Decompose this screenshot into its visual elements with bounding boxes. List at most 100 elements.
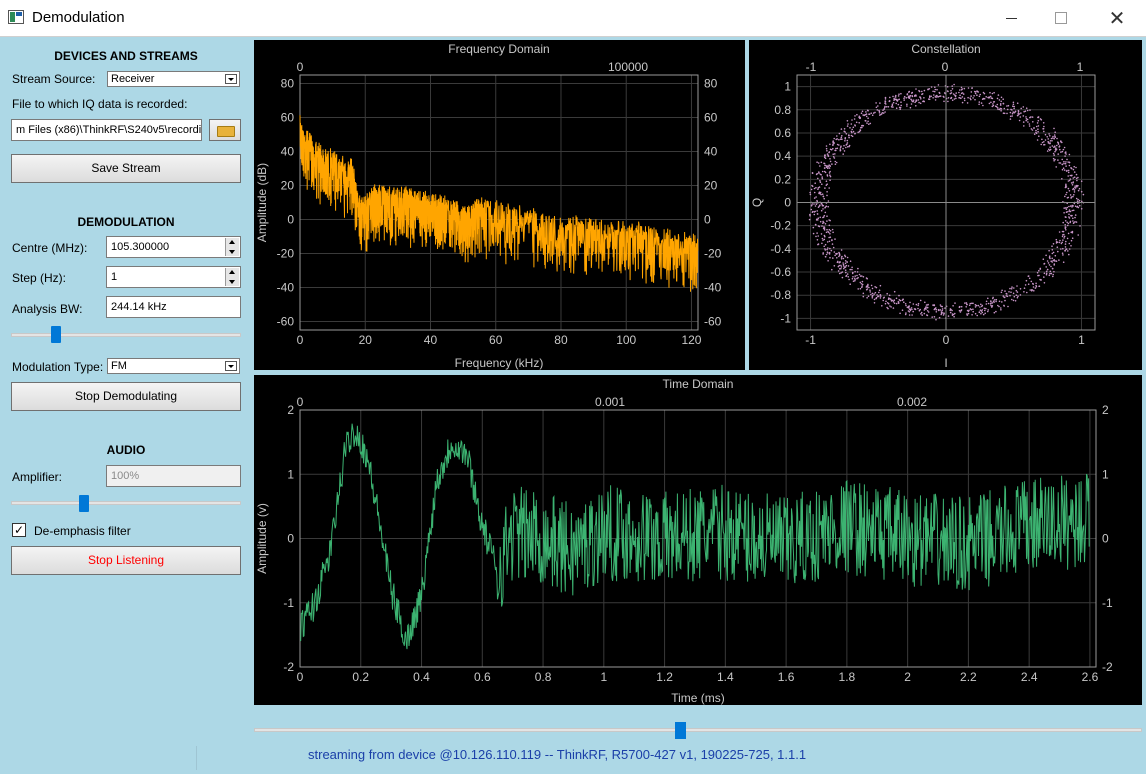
constellation-point	[993, 91, 995, 94]
constellation-point	[941, 309, 943, 312]
constellation-point	[835, 253, 838, 255]
constellation-point	[1042, 122, 1045, 124]
save-stream-button[interactable]: Save Stream	[11, 154, 241, 183]
modulation-type-select[interactable]: FM	[107, 358, 240, 374]
constellation-point	[852, 280, 855, 282]
minimize-button[interactable]	[988, 0, 1034, 36]
constellation-point	[831, 163, 833, 165]
constellation-point	[985, 307, 987, 310]
constellation-point	[829, 179, 831, 181]
constellation-point	[846, 142, 849, 144]
constellation-point	[821, 193, 824, 195]
constellation-point	[842, 147, 844, 150]
constellation-point	[1066, 191, 1068, 194]
bw-slider-handle[interactable]	[50, 326, 61, 343]
constellation-point	[846, 261, 848, 263]
y-tick-label: -1	[283, 596, 294, 610]
analysis-bw-field[interactable]: 244.14 kHz	[106, 296, 241, 318]
constellation-point	[1063, 160, 1065, 163]
y-right-tick-label: -1	[1102, 596, 1113, 610]
constellation-point	[824, 235, 826, 238]
stream-source-select[interactable]: Receiver	[107, 71, 240, 87]
constellation-point	[939, 95, 942, 97]
constellation-plot[interactable]: Constellation -1 0 1 -1 -0.8 -0.6 -0.4 -0.2 0 0.2 0…	[749, 40, 1142, 370]
constellation-point	[840, 128, 843, 130]
constellation-point	[976, 94, 978, 96]
spin-arrows-icon[interactable]	[225, 268, 239, 286]
constellation-point	[817, 235, 819, 237]
constellation-point	[992, 296, 994, 299]
constellation-point	[1053, 270, 1055, 273]
constellation-point	[1017, 114, 1020, 116]
constellation-point	[829, 236, 832, 238]
x-tick-label: 20	[359, 333, 373, 347]
constellation-point	[849, 283, 851, 285]
constellation-point	[887, 307, 889, 310]
constellation-point	[865, 115, 868, 118]
constellation-point	[1034, 287, 1037, 289]
constellation-point	[1059, 162, 1062, 164]
constellation-point	[1064, 220, 1067, 222]
constellation-point	[1035, 125, 1038, 128]
main-slider-track[interactable]	[254, 728, 1142, 732]
constellation-point	[1016, 285, 1018, 287]
constellation-point	[824, 248, 826, 250]
maximize-button[interactable]	[1038, 0, 1084, 36]
constellation-point	[968, 309, 970, 312]
constellation-point	[935, 308, 938, 311]
constellation-point	[895, 302, 898, 305]
time-domain-plot[interactable]: Time Domain 0 0.2 0.4 0.6 0.8 1 1.2 1.4 1.6 1.8 2 2.…	[254, 375, 1142, 705]
constellation-point	[1080, 208, 1083, 210]
deemphasis-checkbox[interactable]: ✓	[12, 523, 26, 537]
constellation-point	[1023, 125, 1025, 127]
constellation-point	[879, 102, 881, 104]
constellation-point	[1024, 284, 1027, 286]
constellation-point	[1016, 296, 1019, 299]
constellation-point	[978, 103, 980, 106]
amplifier-slider-handle[interactable]	[79, 495, 90, 512]
file-path-field[interactable]: m Files (x86)\ThinkRF\S240v5\recordings	[11, 119, 202, 141]
constellation-point	[846, 143, 848, 146]
constellation-point	[817, 188, 819, 190]
centre-spinbox[interactable]: 105.300000	[106, 236, 241, 258]
constellation-point	[1006, 295, 1009, 298]
constellation-point	[810, 188, 813, 191]
constellation-point	[854, 125, 856, 127]
constellation-point	[831, 228, 834, 231]
browse-folder-button[interactable]	[209, 119, 241, 141]
main-slider-handle[interactable]	[674, 722, 686, 739]
frequency-domain-plot[interactable]: Frequency Domain 0 20 40 60 80 100 120 -60 -40 -20…	[254, 40, 745, 370]
constellation-point	[1045, 273, 1048, 276]
constellation-point	[905, 312, 907, 314]
constellation-point	[873, 293, 875, 295]
constellation-point	[1003, 107, 1006, 110]
step-spinbox[interactable]: 1	[106, 266, 241, 288]
constellation-point	[829, 230, 832, 232]
constellation-point	[812, 226, 815, 229]
constellation-point	[1067, 175, 1069, 177]
constellation-point	[854, 132, 856, 135]
constellation-point	[1059, 239, 1061, 242]
amplifier-slider-track[interactable]	[11, 501, 241, 505]
constellation-point	[1038, 285, 1041, 287]
constellation-point	[970, 91, 973, 93]
constellation-point	[816, 218, 818, 220]
constellation-point	[943, 312, 945, 314]
close-button[interactable]: ✕	[1094, 0, 1140, 36]
constellation-point	[1062, 254, 1064, 256]
constellation-point	[895, 99, 898, 101]
constellation-point	[826, 175, 829, 177]
constellation-point	[895, 102, 897, 105]
constellation-point	[909, 106, 912, 109]
constellation-point	[854, 278, 856, 281]
constellation-point	[866, 277, 868, 280]
x-top-tick-label: -1	[806, 60, 817, 74]
constellation-point	[1071, 231, 1074, 234]
bw-slider-track[interactable]	[11, 333, 241, 337]
constellation-point	[816, 213, 819, 215]
stop-listening-button[interactable]: Stop Listening	[11, 546, 241, 575]
spin-arrows-icon[interactable]	[225, 238, 239, 256]
stop-demodulating-button[interactable]: Stop Demodulating	[11, 382, 241, 411]
constellation-point	[938, 316, 941, 319]
constellation-point	[988, 97, 990, 99]
